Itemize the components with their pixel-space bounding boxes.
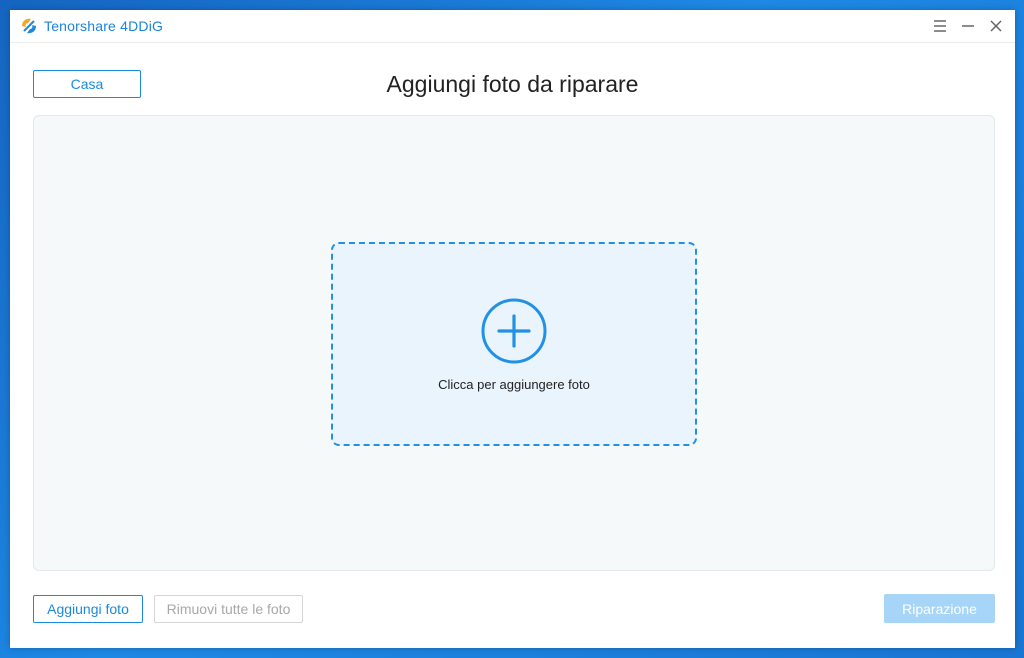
app-window: Tenorshare 4DDiG Casa Aggiungi foto da r… xyxy=(10,10,1015,648)
page-title: Aggiungi foto da riparare xyxy=(386,71,639,97)
dropzone-label: Clicca per aggiungere foto xyxy=(438,377,590,392)
title-bar: Tenorshare 4DDiG xyxy=(10,10,1015,43)
add-photo-dropzone[interactable]: Clicca per aggiungere foto xyxy=(331,242,697,446)
repair-button[interactable]: Riparazione xyxy=(884,594,995,623)
close-icon[interactable] xyxy=(985,15,1007,37)
photo-list-panel: Clicca per aggiungere foto xyxy=(33,115,995,571)
plus-circle-icon[interactable] xyxy=(481,298,547,364)
add-photo-button[interactable]: Aggiungi foto xyxy=(33,595,143,623)
menu-icon[interactable] xyxy=(929,15,951,37)
remove-all-photos-button[interactable]: Rimuovi tutte le foto xyxy=(154,595,303,623)
app-title: Tenorshare 4DDiG xyxy=(44,18,164,34)
minimize-icon[interactable] xyxy=(957,15,979,37)
app-logo-icon xyxy=(22,18,36,34)
